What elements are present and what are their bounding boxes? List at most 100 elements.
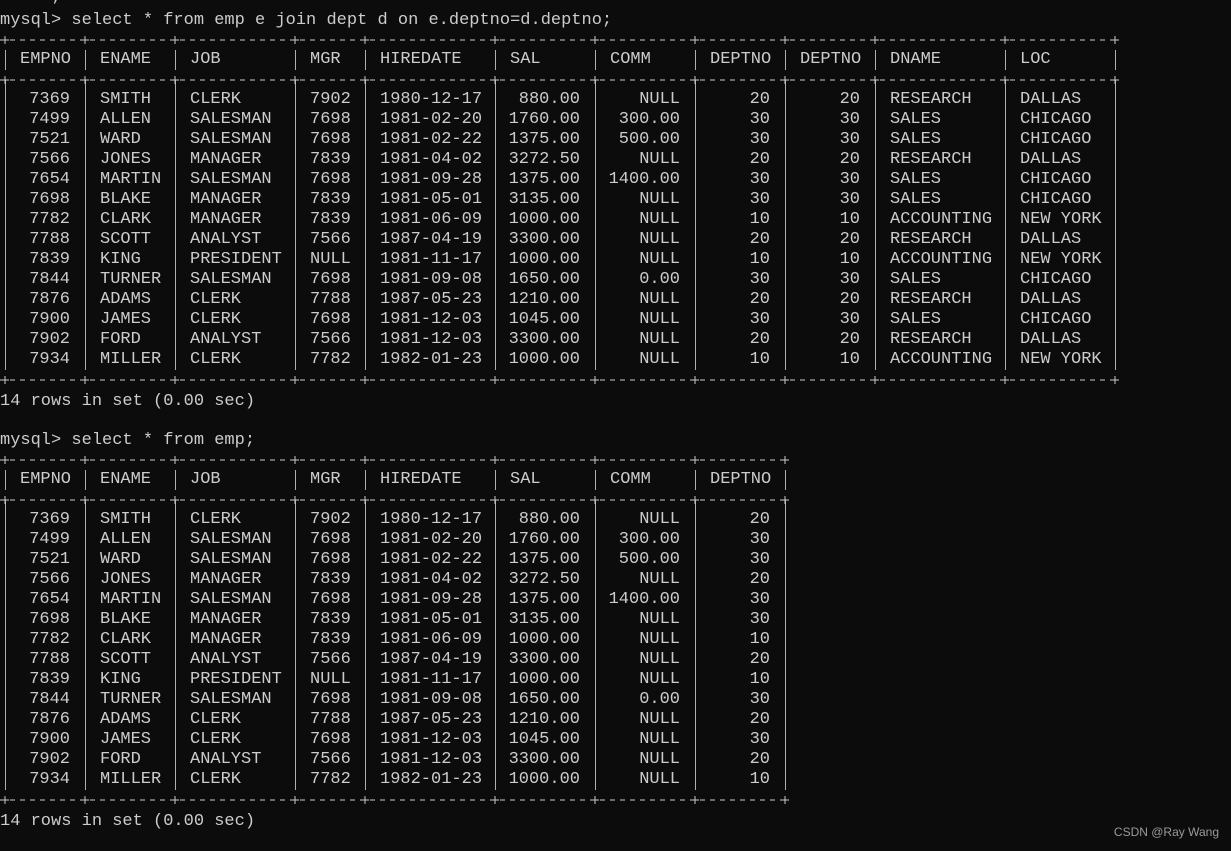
column-separator: [85, 90, 86, 110]
table-cell: JONES: [100, 570, 152, 589]
table-cell: DALLAS: [1020, 230, 1082, 249]
table-cell: 20: [839, 90, 860, 109]
column-separator: [5, 330, 6, 350]
table-cell: 7698: [310, 530, 351, 549]
column-separator: [175, 610, 176, 630]
column-separator: [295, 510, 296, 530]
table-cell: NULL: [639, 630, 680, 649]
column-separator: [295, 670, 296, 690]
column-separator: [85, 310, 86, 330]
table-cell: NULL: [639, 310, 680, 329]
column-separator: [495, 250, 496, 270]
column-separator: [175, 590, 176, 610]
table-cell: CHICAGO: [1020, 270, 1092, 289]
table-cell: NULL: [639, 330, 680, 349]
table-cell: 7566: [310, 330, 351, 349]
table-row: 7788 SCOTT ANALYST 7566 1987-04-19 3300.00 NUL…: [0, 230, 1200, 250]
column-separator: [295, 550, 296, 570]
table-cell: SMITH: [100, 90, 152, 109]
column-separator: [175, 630, 176, 650]
table-cell: SALESMAN: [190, 530, 272, 549]
column-separator: [695, 670, 696, 690]
column-separator: [695, 770, 696, 790]
table-cell: ACCOUNTING: [890, 210, 993, 229]
table-cell: 20: [749, 230, 770, 249]
table-cell: 1650.00: [508, 270, 580, 289]
table-row: 7654 MARTIN SALESMAN 7698 1981-09-28 1375.00 1…: [0, 170, 1200, 190]
column-separator: [295, 210, 296, 230]
column-separator: [495, 730, 496, 750]
column-separator: [85, 590, 86, 610]
table-cell: JAMES: [100, 310, 152, 329]
column-separator: [295, 330, 296, 350]
table-cell: NULL: [639, 350, 680, 369]
column-separator: [495, 170, 496, 190]
table-row: 7788 SCOTT ANALYST 7566 1987-04-19 3300.00 NUL…: [0, 650, 1200, 670]
column-separator: [5, 80, 6, 90]
column-separator: [5, 230, 6, 250]
table-cell: DALLAS: [1020, 330, 1082, 349]
table-cell: 3135.00: [508, 190, 580, 209]
table-cell: 7566: [29, 150, 70, 169]
column-separator: [175, 710, 176, 730]
column-separator: [175, 500, 176, 510]
column-separator: [595, 500, 596, 510]
column-separator: [785, 80, 786, 90]
column-separator: [5, 510, 6, 530]
table-cell: 7900: [29, 730, 70, 749]
column-separator: [5, 630, 6, 650]
column-separator: [695, 330, 696, 350]
table-cell: DALLAS: [1020, 290, 1082, 309]
column-separator: [595, 310, 596, 330]
table-cell: 7698: [310, 130, 351, 149]
column-separator: [1115, 110, 1116, 130]
column-separator: [495, 80, 496, 90]
table-cell: 7369: [29, 510, 70, 529]
column-separator: [1005, 130, 1006, 150]
column-separator: [595, 510, 596, 530]
column-separator: [595, 110, 596, 130]
column-separator: [595, 770, 596, 790]
table-cell: FORD: [100, 750, 141, 769]
column-separator: [595, 270, 596, 290]
column-separator: [495, 50, 496, 70]
column-separator: [785, 690, 786, 710]
column-separator: [785, 550, 786, 570]
table-cell: ALLEN: [100, 530, 152, 549]
column-separator: [85, 50, 86, 70]
column-header: MGR: [310, 50, 341, 69]
table-cell: 1000.00: [508, 670, 580, 689]
table-cell: 20: [749, 650, 770, 669]
column-separator: [1115, 80, 1116, 90]
column-separator: [785, 350, 786, 370]
column-separator: [365, 170, 366, 190]
table-cell: 30: [839, 130, 860, 149]
table-cell: SALES: [890, 310, 942, 329]
table-cell: MANAGER: [190, 610, 262, 629]
table-cell: KING: [100, 250, 141, 269]
table-cell: 20: [749, 710, 770, 729]
column-separator: [695, 110, 696, 130]
column-separator: [695, 80, 696, 90]
column-separator: [5, 590, 6, 610]
column-separator: [495, 210, 496, 230]
table-cell: 1982-01-23: [380, 350, 483, 369]
column-separator: [365, 610, 366, 630]
column-separator: [175, 530, 176, 550]
column-separator: [365, 690, 366, 710]
column-separator: [495, 650, 496, 670]
column-separator: [1115, 210, 1116, 230]
column-separator: [785, 650, 786, 670]
column-separator: [1115, 350, 1116, 370]
table-row: 7698 BLAKE MANAGER 7839 1981-05-01 3135.00 NUL…: [0, 610, 1200, 630]
table-cell: 0.00: [639, 690, 680, 709]
table-row: 7654 MARTIN SALESMAN 7698 1981-09-28 1375.00 1…: [0, 590, 1200, 610]
table-cell: 10: [749, 250, 770, 269]
table-cell: 30: [749, 110, 770, 129]
table-cell: NULL: [310, 250, 351, 269]
table-cell: MANAGER: [190, 210, 262, 229]
table-cell: 3300.00: [508, 230, 580, 249]
column-separator: [495, 470, 496, 490]
table-cell: 7788: [310, 290, 351, 309]
column-separator: [175, 150, 176, 170]
